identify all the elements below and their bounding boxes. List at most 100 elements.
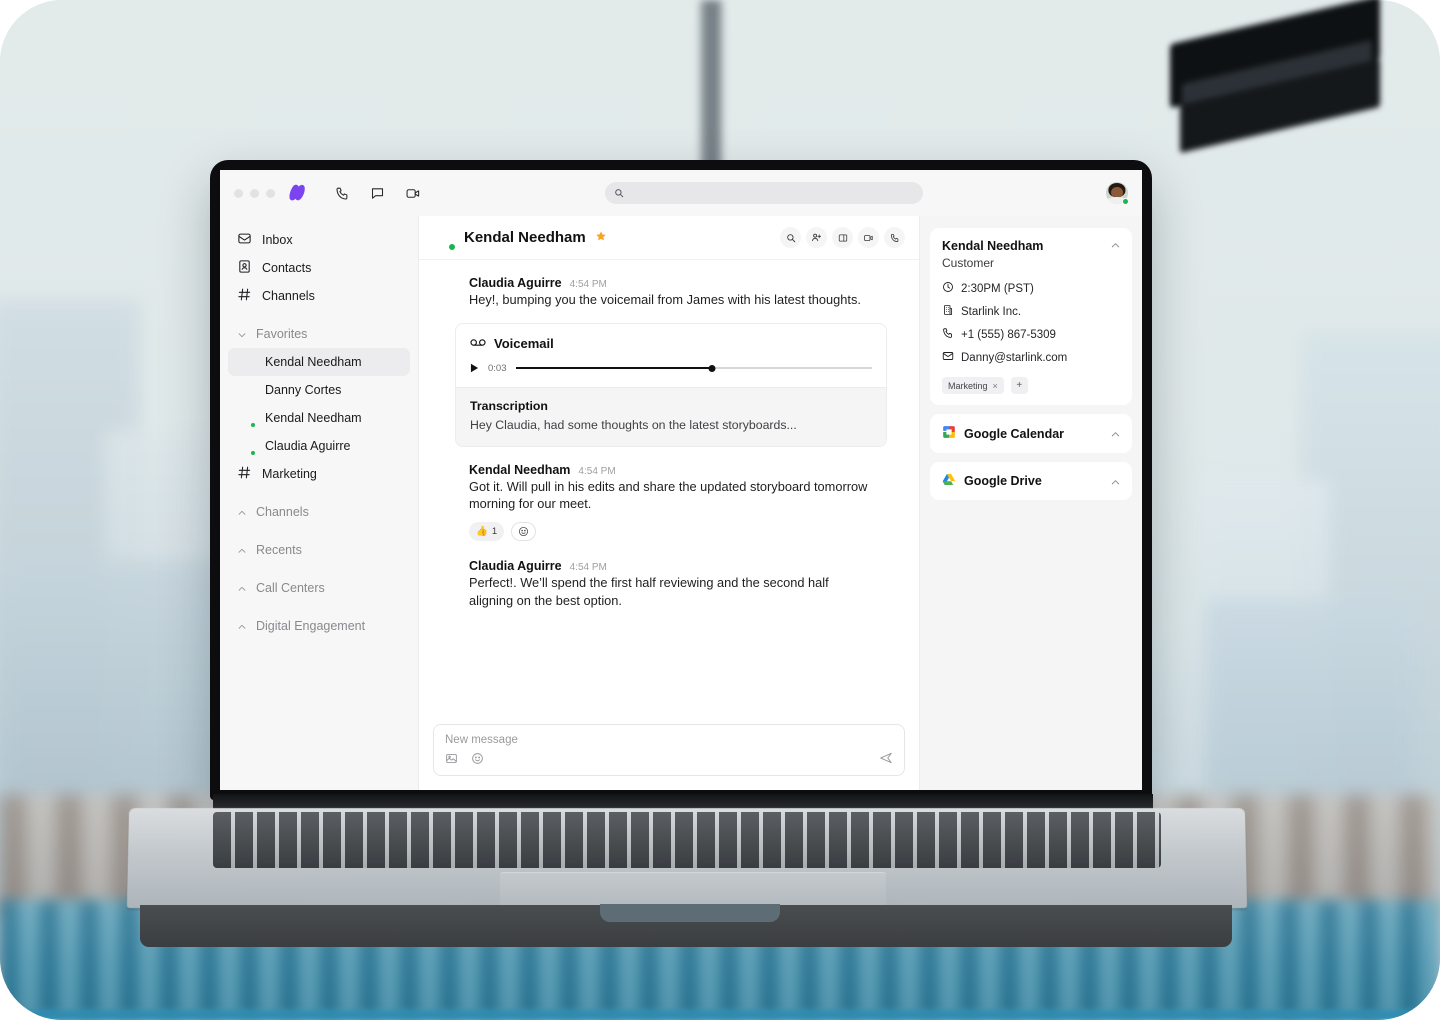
- sidebar-group-digital-engagement[interactable]: Digital Engagement: [228, 612, 410, 640]
- integration-card-google-drive[interactable]: Google Drive: [930, 462, 1132, 500]
- details-panel: Kendal Needham Customer 2:30PM (PST) Sta…: [920, 216, 1142, 790]
- search-in-conversation-icon[interactable]: [780, 227, 801, 248]
- add-person-icon[interactable]: [806, 227, 827, 248]
- presence-indicator: [250, 450, 256, 456]
- contact-role: Customer: [942, 256, 995, 270]
- inbox-icon: [237, 231, 252, 249]
- dialpad-app: Inbox Contacts Channels Favorites Kendal…: [220, 170, 1142, 790]
- message-item: Claudia Aguirre 4:54 PM Hey!, bumping yo…: [433, 276, 905, 309]
- sidebar-item-marketing[interactable]: Marketing: [228, 460, 410, 488]
- sidebar-group-channels[interactable]: Channels: [228, 498, 410, 526]
- integration-card-google-calendar[interactable]: Google Calendar: [930, 414, 1132, 453]
- toolbar-icons: [335, 186, 421, 201]
- dialpad-logo[interactable]: [287, 183, 307, 203]
- sidebar-group-favorites[interactable]: Favorites: [228, 320, 410, 348]
- send-icon[interactable]: [879, 751, 893, 768]
- message-text: Got it. Will pull in his edits and share…: [469, 478, 868, 512]
- phone-call-icon[interactable]: [884, 227, 905, 248]
- contact-detail-value: 2:30PM (PST): [961, 282, 1034, 295]
- add-reaction-button[interactable]: [511, 521, 537, 541]
- contacts-icon: [237, 259, 252, 277]
- message-icon[interactable]: [370, 186, 385, 201]
- sidebar-item-contacts[interactable]: Contacts: [228, 254, 410, 282]
- sidebar-item-danny-cortes[interactable]: Danny Cortes: [228, 376, 410, 404]
- sidebar-item-label: Marketing: [262, 467, 317, 481]
- contact-company: Starlink Inc.: [942, 304, 1121, 319]
- play-icon[interactable]: [470, 361, 479, 376]
- contact-email[interactable]: Danny@starlink.com: [942, 350, 1121, 365]
- message-timestamp: 4:54 PM: [578, 465, 616, 477]
- star-icon[interactable]: [595, 230, 607, 245]
- current-user-avatar[interactable]: [1106, 182, 1129, 205]
- voicemail-attachment-card[interactable]: Voicemail 0:03 Transcription Hey Claudia…: [455, 322, 887, 447]
- voicemail-title: Voicemail: [494, 335, 554, 351]
- video-call-icon[interactable]: [858, 227, 879, 248]
- sidebar-item-kendal-needham-2[interactable]: Kendal Needham: [228, 404, 410, 432]
- avatar: [237, 409, 256, 428]
- sidebar-item-inbox[interactable]: Inbox: [228, 226, 410, 254]
- sidebar-item-label: Inbox: [262, 233, 293, 247]
- sidebar-item-label: Contacts: [262, 261, 312, 275]
- image-attach-icon[interactable]: [445, 752, 458, 768]
- composer-wrap: [419, 724, 919, 790]
- voicemail-transcription: Transcription Hey Claudia, had some thou…: [456, 386, 886, 446]
- contact-local-time: 2:30PM (PST): [942, 281, 1121, 296]
- add-tag-button[interactable]: +: [1010, 377, 1028, 394]
- open-panel-icon[interactable]: [832, 227, 853, 248]
- reaction-count: 1: [491, 525, 498, 537]
- message-timestamp: 4:54 PM: [569, 561, 607, 573]
- presence-indicator: [1121, 197, 1129, 205]
- voicemail-progress-slider[interactable]: [515, 363, 872, 374]
- emoji-icon[interactable]: [471, 752, 484, 768]
- contact-phone[interactable]: +1 (555) 867-5309: [942, 327, 1121, 342]
- voicemail-elapsed: 0:03: [488, 362, 507, 374]
- sidebar-group-label: Favorites: [256, 327, 308, 341]
- message-author: Kendal Needham: [469, 462, 571, 477]
- reaction-chip[interactable]: 👍 1: [469, 521, 505, 541]
- transcription-text: Hey Claudia, had some thoughts on the la…: [470, 417, 797, 432]
- chevron-up-icon[interactable]: [1110, 428, 1121, 439]
- message-text: Perfect!. We’ll spend the first half rev…: [469, 574, 829, 608]
- laptop-mockup: Inbox Contacts Channels Favorites Kendal…: [0, 0, 1440, 1020]
- message-text: Hey!, bumping you the voicemail from Jam…: [469, 292, 861, 307]
- message-input[interactable]: [445, 734, 893, 746]
- avatar: [431, 226, 456, 251]
- message-thread[interactable]: Claudia Aguirre 4:54 PM Hey!, bumping yo…: [419, 260, 919, 724]
- phone-icon[interactable]: [335, 186, 350, 201]
- window-controls[interactable]: [234, 188, 275, 198]
- window-close-button[interactable]: [234, 188, 243, 198]
- sidebar-item-kendal-needham[interactable]: Kendal Needham: [228, 348, 410, 376]
- avatar: [433, 559, 459, 585]
- chevron-up-icon[interactable]: [1110, 476, 1121, 487]
- sidebar-item-claudia-aguirre[interactable]: Claudia Aguirre: [228, 432, 410, 460]
- sidebar-group-call-centers[interactable]: Call Centers: [228, 574, 410, 602]
- avatar: [433, 276, 459, 302]
- search-input[interactable]: [629, 187, 914, 199]
- sidebar-group-recents[interactable]: Recents: [228, 536, 410, 564]
- message-composer[interactable]: [433, 724, 905, 776]
- close-icon[interactable]: ×: [993, 381, 998, 391]
- google-calendar-icon: [942, 425, 956, 442]
- message-reactions: 👍 1: [469, 521, 905, 541]
- laptop-keyboard-shading: [213, 812, 1161, 868]
- window-zoom-button[interactable]: [266, 188, 275, 198]
- message-author: Claudia Aguirre: [469, 558, 562, 573]
- window-minimize-button[interactable]: [250, 188, 259, 198]
- sidebar-group-label: Channels: [256, 505, 309, 519]
- search-icon: [614, 186, 624, 201]
- sidebar-item-label: Channels: [262, 289, 315, 303]
- contact-name: Kendal Needham: [942, 239, 1044, 253]
- contact-tags: Marketing × +: [942, 377, 1121, 394]
- chevron-up-icon[interactable]: [1110, 239, 1121, 250]
- video-icon[interactable]: [405, 186, 421, 201]
- message-author: Claudia Aguirre: [469, 276, 562, 290]
- tag-chip[interactable]: Marketing ×: [942, 377, 1004, 394]
- contact-detail-value: Starlink Inc.: [961, 305, 1022, 318]
- global-search[interactable]: [604, 182, 923, 204]
- message-timestamp: 4:54 PM: [569, 279, 607, 290]
- sidebar-item-channels[interactable]: Channels: [228, 282, 410, 310]
- sidebar-item-label: Kendal Needham: [265, 355, 362, 369]
- chevron-down-icon: [237, 329, 247, 339]
- mail-icon: [942, 350, 954, 365]
- transcription-label: Transcription: [470, 398, 548, 413]
